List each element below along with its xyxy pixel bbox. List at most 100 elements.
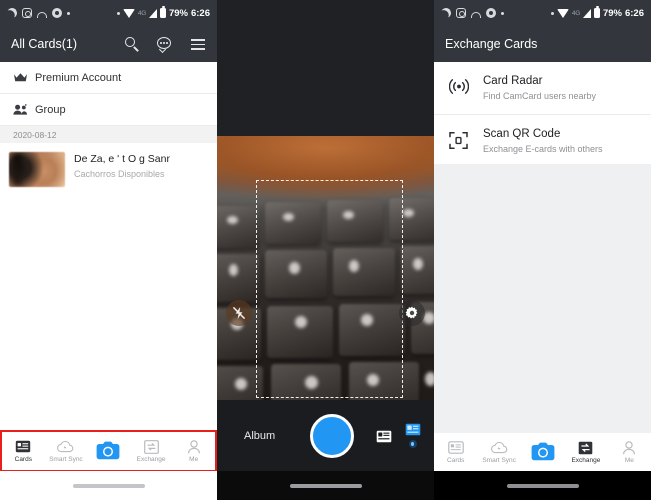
- nav-item-smart-sync-label: Smart Sync: [49, 456, 83, 463]
- bottom-nav-exchange: Cards Smart Sync Exchange Me: [434, 433, 651, 471]
- camera-top-black-area: [217, 0, 434, 136]
- nav-item-me[interactable]: Me: [608, 440, 651, 464]
- smart-sync-icon: [57, 439, 74, 454]
- status-bar-left-icons: [441, 8, 504, 18]
- clock: 6:26: [624, 7, 644, 19]
- nav-item-smart-sync-label: Smart Sync: [482, 457, 516, 464]
- nav-item-exchange-label: Exchange: [571, 457, 601, 464]
- search-icon[interactable]: [124, 36, 140, 52]
- dnd-moon-icon: [5, 6, 18, 19]
- status-bar-right-icons: 4G 79% 6:26: [550, 6, 644, 19]
- bottom-nav-cards: Cards Smart Sync Exchange Me: [0, 430, 217, 472]
- app-bar-exchange: Exchange Cards: [434, 26, 651, 62]
- network-label: 4G: [571, 9, 580, 17]
- exchange-icon: [143, 439, 160, 454]
- app-bar-actions: [124, 36, 206, 52]
- cards-icon: [447, 440, 464, 455]
- gesture-bar[interactable]: [434, 471, 651, 500]
- network-label: 4G: [137, 9, 146, 17]
- camera-control-bar: Album: [217, 400, 434, 471]
- battery-percent: 79%: [602, 7, 622, 19]
- card-list-item[interactable]: De Za, e ' t O g Sanr Cachorros Disponib…: [0, 143, 217, 196]
- card-subtitle: Cachorros Disponibles: [74, 169, 165, 179]
- radar-icon: [448, 75, 483, 100]
- me-icon: [621, 440, 638, 455]
- smart-sync-icon: [490, 440, 508, 455]
- camera-icon: [96, 441, 120, 460]
- nav-item-camera[interactable]: [87, 441, 130, 462]
- gear-icon[interactable]: [399, 300, 425, 326]
- card-text: De Za, e ' t O g Sanr Cachorros Disponib…: [65, 152, 170, 179]
- circle-dot-icon: [486, 8, 496, 18]
- status-bar: 4G 79% 6:26: [434, 0, 651, 26]
- multi-capture-control[interactable]: [405, 423, 421, 448]
- exchange-icon: [577, 440, 594, 455]
- nav-item-camera[interactable]: [521, 442, 564, 463]
- nav-item-me-label: Me: [624, 457, 634, 464]
- wifi-icon: [556, 8, 569, 18]
- row-card-radar[interactable]: Card Radar Find CamCard users nearby: [434, 62, 651, 114]
- flash-off-icon[interactable]: [226, 300, 252, 326]
- date-header: 2020-08-12: [0, 126, 217, 143]
- nav-item-exchange[interactable]: Exchange: [130, 439, 173, 463]
- row-card-radar-subtitle: Find CamCard users nearby: [483, 91, 597, 101]
- row-scan-qr-code-title: Scan QR Code: [483, 128, 561, 140]
- exchange-empty-area: [434, 164, 651, 433]
- nav-item-me[interactable]: Me: [172, 439, 215, 463]
- multi-capture-icon[interactable]: [405, 423, 421, 436]
- status-bar-left-icons: [7, 8, 70, 18]
- shutter-button[interactable]: [310, 413, 354, 458]
- mode-indicator-dot: [408, 440, 417, 448]
- row-group-label: Group: [35, 103, 66, 116]
- crown-icon: [13, 72, 35, 83]
- nav-item-me-label: Me: [189, 456, 199, 463]
- screen-record-icon: [22, 8, 32, 18]
- camera-mode-controls: [354, 423, 434, 448]
- panel-all-cards: 4G 79% 6:26 All Cards(1) Premium Account…: [0, 0, 217, 500]
- menu-icon[interactable]: [190, 36, 206, 52]
- page-title: All Cards(1): [11, 37, 77, 51]
- signal-icon: [582, 8, 591, 18]
- me-icon: [185, 439, 202, 454]
- row-scan-qr-code[interactable]: Scan QR Code Exchange E-cards with other…: [434, 115, 651, 168]
- qr-icon: [449, 128, 483, 155]
- status-bar: 4G 79% 6:26: [0, 0, 217, 26]
- row-card-radar-text: Card Radar Find CamCard users nearby: [483, 75, 596, 101]
- gesture-bar[interactable]: [0, 471, 217, 500]
- small-dot-icon: [501, 11, 504, 15]
- chat-icon[interactable]: [157, 36, 173, 52]
- panel-exchange-cards: 4G 79% 6:26 Exchange Cards Card Radar Fi…: [434, 0, 651, 500]
- card-mode-icon[interactable]: [376, 430, 392, 442]
- small-dot-icon: [550, 11, 554, 15]
- arc-icon: [471, 11, 481, 18]
- battery-percent: 79%: [168, 7, 188, 19]
- row-card-radar-title: Card Radar: [483, 75, 543, 87]
- nav-item-smart-sync[interactable]: Smart Sync: [45, 439, 88, 463]
- row-premium-account[interactable]: Premium Account: [0, 62, 217, 93]
- circle-dot-icon: [52, 8, 62, 18]
- signal-icon: [148, 8, 157, 18]
- arc-icon: [37, 11, 47, 18]
- scan-frame: [256, 180, 403, 398]
- nav-item-smart-sync[interactable]: Smart Sync: [477, 440, 520, 464]
- nav-item-cards-label: Cards: [447, 457, 465, 464]
- album-button[interactable]: Album: [244, 430, 306, 442]
- row-group[interactable]: Group: [0, 94, 217, 125]
- nav-item-exchange[interactable]: Exchange: [564, 440, 607, 464]
- page-title: Exchange Cards: [445, 37, 538, 51]
- app-bar-cards: All Cards(1): [0, 26, 217, 62]
- gesture-bar[interactable]: [217, 471, 434, 500]
- dnd-moon-icon: [439, 6, 452, 19]
- nav-item-cards[interactable]: Cards: [2, 439, 45, 463]
- camera-viewfinder[interactable]: [217, 136, 434, 429]
- card-thumbnail: [9, 152, 65, 187]
- clock: 6:26: [190, 7, 210, 19]
- nav-item-exchange-label: Exchange: [136, 456, 166, 463]
- row-scan-qr-code-subtitle: Exchange E-cards with others: [483, 144, 603, 154]
- small-dot-icon: [116, 11, 120, 15]
- card-name: De Za, e ' t O g Sanr: [74, 153, 170, 165]
- battery-icon: [593, 6, 600, 18]
- screenshot-root: 4G 79% 6:26 All Cards(1) Premium Account…: [0, 0, 651, 500]
- small-dot-icon: [67, 11, 70, 15]
- nav-item-cards[interactable]: Cards: [434, 440, 477, 464]
